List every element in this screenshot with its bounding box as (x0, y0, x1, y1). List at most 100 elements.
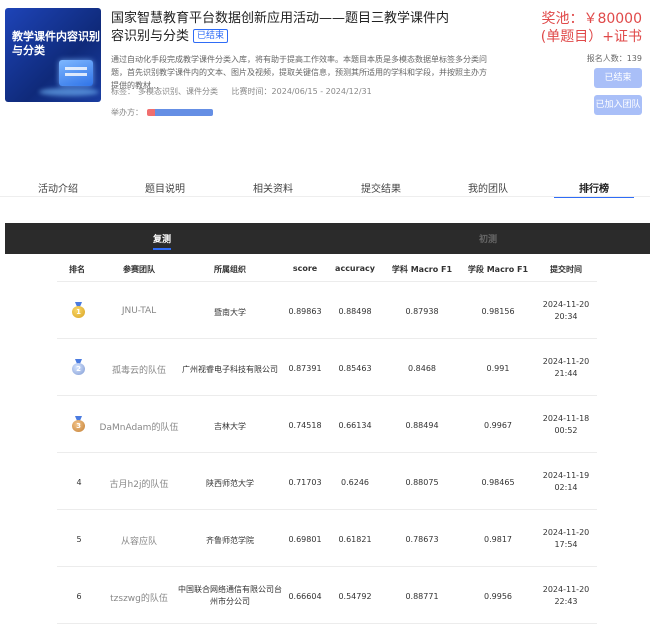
subject-f1-value: 0.88075 (405, 478, 439, 487)
org-name: 吉林大学 (214, 422, 246, 431)
prize-pool: 奖池：￥80000 (单题目）+证书 (541, 10, 642, 46)
team-name[interactable]: JNU-TAL (99, 306, 179, 316)
tab-bar: 活动介绍 题目说明 相关资料 提交结果 我的团队 排行榜 (0, 180, 650, 202)
submit-date: 2024-11-20 (542, 528, 590, 537)
score-value: 0.71703 (288, 478, 322, 487)
tab-problem[interactable]: 题目说明 (125, 180, 205, 195)
tag-item: 课件分类 (186, 87, 218, 96)
stage-retest[interactable]: 复测 (153, 232, 172, 250)
stage-f1-value: 0.991 (486, 364, 510, 373)
stage-f1-value: 0.98156 (481, 307, 515, 316)
submit-time: 2024-11-19 02:14 (535, 470, 597, 494)
prize-note: (单题目）+证书 (540, 29, 642, 45)
team-name[interactable]: 从容应队 (99, 534, 179, 547)
tab-leaderboard[interactable]: 排行榜 (554, 180, 634, 198)
tab-intro[interactable]: 活动介绍 (18, 180, 98, 195)
organizer-logo (147, 109, 213, 116)
team-name[interactable]: tzszwg的队伍 (99, 591, 179, 604)
subject-f1-value: 0.88494 (405, 421, 439, 430)
team-name[interactable]: 古月h2j的队伍 (99, 477, 179, 490)
score-value: 0.66604 (288, 592, 322, 601)
table-row: 孤毒云的队伍 广州视睿电子科技有限公司 0.87391 0.85463 0.84… (57, 339, 597, 396)
rank-number: 6 (76, 592, 82, 601)
submit-date: 2024-11-18 (542, 414, 590, 423)
accuracy-value: 0.6246 (341, 478, 369, 487)
title-text: 国家智慧教育平台数据创新应用活动——题目三教学课件内容识别与分类 (111, 11, 450, 44)
col-score: score (292, 264, 318, 273)
bronze-medal-icon (71, 416, 86, 432)
submit-date: 2024-11-20 (542, 585, 590, 594)
stage-preliminary[interactable]: 初测 (479, 232, 497, 245)
col-submit-time: 提交时间 (550, 265, 582, 274)
time-range: 2024/06/15 - 2024/12/31 (271, 87, 372, 96)
screen-illustration-icon (59, 60, 93, 86)
org-name: 齐鲁师范学院 (206, 536, 254, 545)
competition-cover-image: 教学课件内容识别与分类 (5, 8, 101, 102)
tag-item: 多模态识别、 (138, 87, 186, 96)
col-team: 参赛团队 (123, 265, 155, 274)
submit-date: 2024-11-20 (542, 300, 590, 309)
status-badge: 已结束 (193, 29, 229, 43)
tab-divider (0, 196, 650, 197)
submit-clock: 22:43 (554, 597, 578, 606)
score-value: 0.87391 (288, 364, 322, 373)
subject-f1-value: 0.88771 (405, 592, 439, 601)
accuracy-value: 0.85463 (338, 364, 372, 373)
stage-f1-value: 0.98465 (481, 478, 515, 487)
table-row: 4 古月h2j的队伍 陕西师范大学 0.71703 0.6246 0.88075… (57, 453, 597, 510)
table-row: DaMnAdam的队伍 吉林大学 0.74518 0.66134 0.88494… (57, 396, 597, 453)
org-name-line: 中国联合网络通信有限公司台 (178, 585, 282, 594)
submit-date: 2024-11-19 (542, 471, 590, 480)
org-name: 陕西师范大学 (206, 479, 254, 488)
submit-clock: 21:44 (554, 369, 578, 378)
silver-medal-icon (71, 359, 86, 375)
org-name: 暨南大学 (214, 308, 246, 317)
rank-number: 4 (76, 478, 82, 487)
stage-f1-value: 0.9817 (484, 535, 512, 544)
time-label: 比赛时间： (231, 87, 272, 96)
organizer-label: 举办方： (111, 108, 143, 117)
org-name: 中国联合网络通信有限公司台 州市分公司 (175, 584, 285, 608)
submit-clock: 00:52 (554, 426, 578, 435)
col-accuracy: accuracy (335, 264, 375, 273)
subject-f1-value: 0.87938 (405, 307, 439, 316)
submit-time: 2024-11-18 00:52 (535, 413, 597, 437)
accuracy-value: 0.66134 (338, 421, 372, 430)
ended-button[interactable]: 已结束 (594, 68, 642, 88)
table-header: 排名 参赛团队 所属组织 score accuracy 学科 Macro F1 … (57, 256, 597, 282)
tab-my-team[interactable]: 我的团队 (448, 180, 528, 195)
submit-time: 2024-11-20 17:54 (535, 527, 597, 551)
col-rank: 排名 (69, 265, 85, 274)
team-name[interactable]: 孤毒云的队伍 (99, 363, 179, 376)
score-value: 0.69801 (288, 535, 322, 544)
subject-f1-value: 0.78673 (405, 535, 439, 544)
accuracy-value: 0.88498 (338, 307, 372, 316)
tab-submit[interactable]: 提交结果 (341, 180, 421, 195)
subject-f1-value: 0.8468 (408, 364, 436, 373)
stage-f1-value: 0.9956 (484, 592, 512, 601)
gold-medal-icon (71, 302, 86, 318)
organizer: 举办方： (111, 107, 213, 118)
tab-materials[interactable]: 相关资料 (233, 180, 313, 195)
joined-team-button[interactable]: 已加入团队 (594, 95, 642, 115)
signup-count: 报名人数：139 (586, 54, 642, 63)
submit-time: 2024-11-20 21:44 (535, 356, 597, 380)
rank-number: 5 (76, 535, 82, 544)
accuracy-value: 0.61821 (338, 535, 372, 544)
col-stage-f1: 学段 Macro F1 (467, 265, 529, 274)
glow-decoration (39, 88, 99, 96)
team-name[interactable]: DaMnAdam的队伍 (95, 420, 183, 433)
submit-time: 2024-11-20 20:34 (535, 299, 597, 323)
org-name-line: 州市分公司 (210, 597, 250, 606)
stage-f1-value: 0.9967 (484, 421, 512, 430)
accuracy-value: 0.54792 (338, 592, 372, 601)
submit-date: 2024-11-20 (542, 357, 590, 366)
table-row: 6 tzszwg的队伍 中国联合网络通信有限公司台 州市分公司 0.66604 … (57, 567, 597, 624)
prize-amount: 奖池：￥80000 (541, 11, 642, 27)
submit-time: 2024-11-20 22:43 (535, 584, 597, 608)
submit-clock: 20:34 (554, 312, 578, 321)
stage-switcher: 复测 初测 (5, 223, 650, 254)
col-subject-f1: 学科 Macro F1 (391, 265, 453, 274)
competition-title: 国家智慧教育平台数据创新应用活动——题目三教学课件内容识别与分类 已结束 (111, 10, 456, 46)
leaderboard-table: 排名 参赛团队 所属组织 score accuracy 学科 Macro F1 … (57, 256, 597, 624)
